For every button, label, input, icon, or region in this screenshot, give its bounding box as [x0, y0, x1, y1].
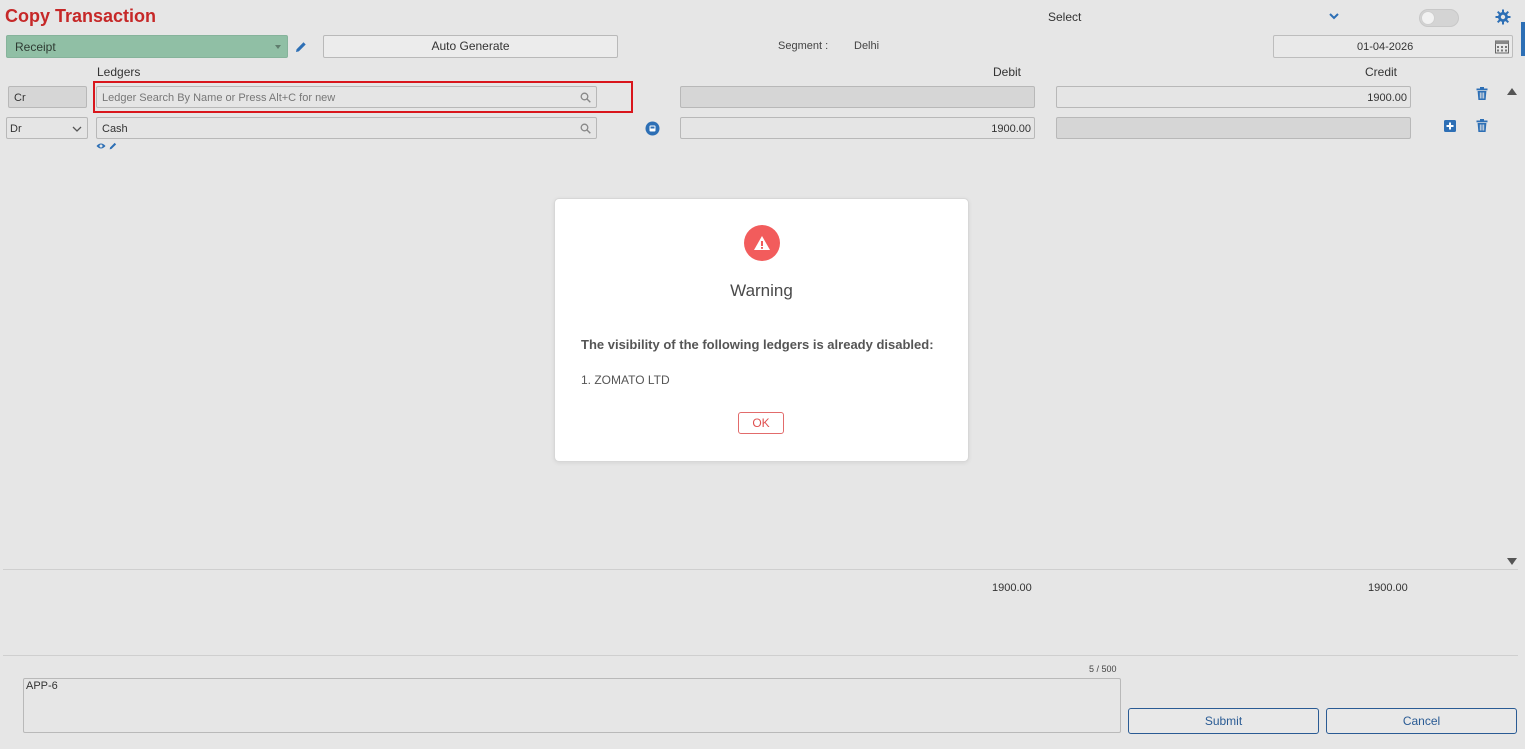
dialog-list-item: 1. ZOMATO LTD	[581, 373, 670, 387]
row-1-credit: 1900.00	[1367, 92, 1407, 104]
segment-value: Delhi	[854, 40, 880, 52]
total-credit: 1900.00	[1368, 582, 1408, 594]
page-title: Copy Transaction	[5, 6, 157, 26]
gear-icon[interactable]	[1495, 9, 1511, 25]
trash-icon[interactable]	[1476, 87, 1488, 100]
auto-generate-button[interactable]: Auto Generate	[323, 35, 618, 58]
divider	[3, 569, 1518, 570]
segment-label: Segment :	[778, 40, 829, 52]
divider	[3, 655, 1518, 656]
column-header-debit: Debit	[993, 65, 1022, 79]
info-icon[interactable]	[645, 121, 660, 136]
narration-value: APP-6	[26, 680, 58, 692]
voucher-type-select[interactable]: Receipt	[6, 35, 288, 58]
row-1-type-field: Cr	[8, 86, 87, 108]
row-2-type: Dr	[10, 123, 22, 135]
column-header-ledgers: Ledgers	[97, 65, 141, 79]
plus-icon[interactable]	[1444, 120, 1456, 132]
warning-dialog: Warning The visibility of the following …	[554, 198, 969, 462]
row-2-debit: 1900.00	[991, 123, 1031, 135]
select-dropdown-label[interactable]: Select	[1048, 10, 1081, 24]
submit-button[interactable]: Submit	[1128, 708, 1319, 734]
toggle-knob	[1421, 11, 1435, 25]
total-debit: 1900.00	[992, 582, 1032, 594]
search-icon[interactable]	[580, 123, 591, 134]
toggle-switch[interactable]	[1419, 9, 1459, 27]
row-2-credit-field	[1056, 117, 1411, 139]
ledger-input-row-2[interactable]: Cash	[96, 117, 597, 139]
date-value: 01-04-2026	[1357, 41, 1414, 53]
row-1-debit-field	[680, 86, 1035, 108]
date-field[interactable]: 01-04-2026	[1273, 35, 1513, 58]
voucher-type-value: Receipt	[15, 40, 56, 54]
dialog-message: The visibility of the following ledgers …	[581, 337, 934, 352]
dialog-title: Warning	[730, 281, 793, 300]
pencil-icon[interactable]	[295, 41, 307, 53]
row-2-type-select[interactable]: Dr	[6, 117, 88, 139]
warning-icon	[744, 225, 780, 261]
narration-textarea[interactable]: APP-6	[23, 678, 1121, 733]
calendar-icon[interactable]	[1495, 39, 1509, 54]
scroll-up-arrow[interactable]	[1507, 88, 1517, 95]
chevron-down-icon	[72, 126, 82, 132]
eye-icon[interactable]	[96, 142, 106, 150]
ledger-value-row-2: Cash	[102, 123, 128, 135]
ok-button[interactable]: OK	[738, 412, 784, 434]
scroll-indicator	[1521, 22, 1525, 56]
row-2-debit-field[interactable]: 1900.00	[680, 117, 1035, 139]
row-1-type: Cr	[14, 92, 26, 104]
column-header-credit: Credit	[1365, 65, 1398, 79]
pencil-icon[interactable]	[109, 142, 117, 150]
chevron-down-icon[interactable]	[1327, 9, 1341, 23]
cancel-button[interactable]: Cancel	[1326, 708, 1517, 734]
trash-icon[interactable]	[1476, 119, 1488, 132]
char-counter: 5 / 500	[1089, 664, 1117, 674]
row-1-credit-field[interactable]: 1900.00	[1056, 86, 1411, 108]
scroll-down-arrow[interactable]	[1507, 558, 1517, 565]
highlight-box	[93, 81, 633, 113]
caret-down-icon	[275, 45, 281, 49]
